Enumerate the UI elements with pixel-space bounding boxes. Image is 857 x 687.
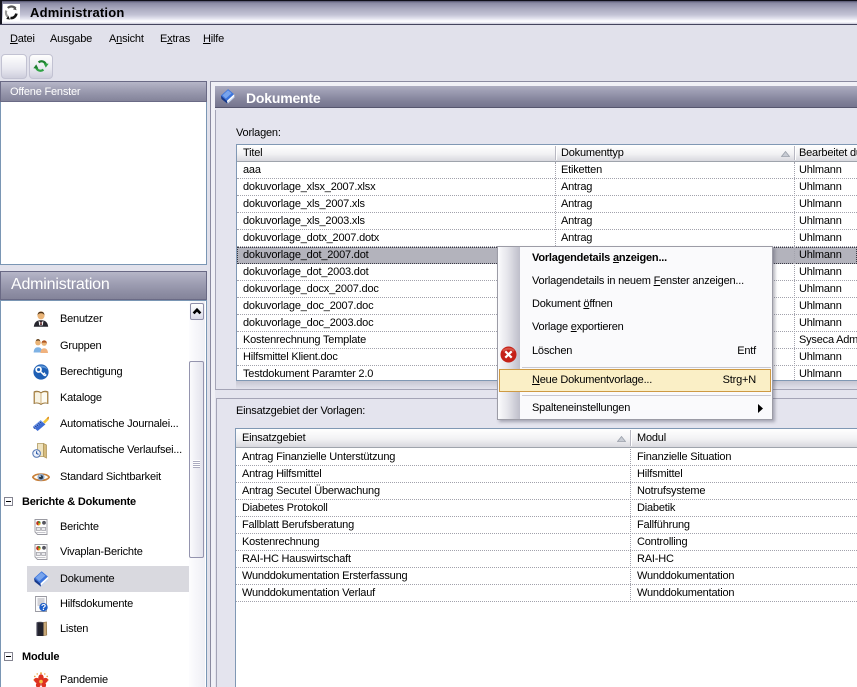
svg-text:?: ? [41,602,46,612]
